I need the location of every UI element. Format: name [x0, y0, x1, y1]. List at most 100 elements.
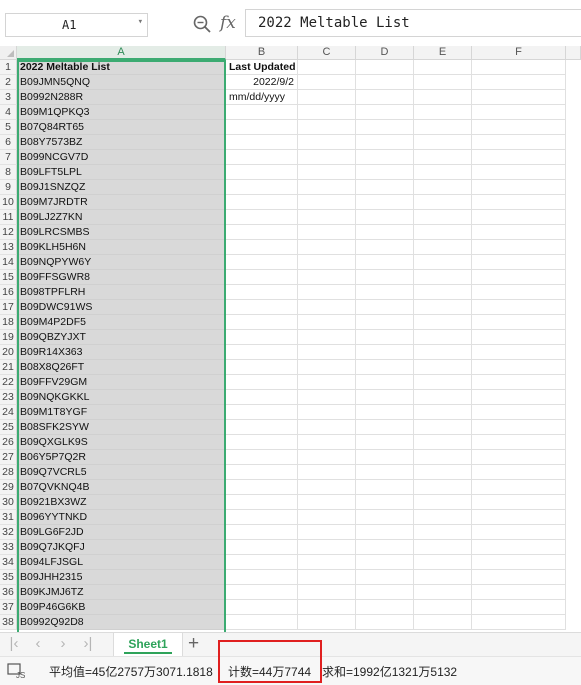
cell-f[interactable] — [472, 195, 566, 210]
cell-f[interactable] — [472, 345, 566, 360]
cell-f[interactable] — [472, 360, 566, 375]
row-header[interactable]: 37 — [0, 600, 17, 615]
cell-b[interactable] — [226, 120, 298, 135]
cell-a[interactable]: B08SFK2SYW — [17, 420, 226, 435]
cell-a[interactable]: 2022 Meltable List — [17, 60, 226, 75]
cell-c[interactable] — [298, 165, 356, 180]
cell-c[interactable] — [298, 60, 356, 75]
cell-e[interactable] — [414, 615, 472, 630]
cell-a[interactable]: B09LFT5LPL — [17, 165, 226, 180]
cell-e[interactable] — [414, 270, 472, 285]
cell-f[interactable] — [472, 465, 566, 480]
cell-a[interactable]: B09JHH2315 — [17, 570, 226, 585]
cell-d[interactable] — [356, 75, 414, 90]
cell-a[interactable]: B09DWC91WS — [17, 300, 226, 315]
row-header[interactable]: 29 — [0, 480, 17, 495]
cell-b[interactable] — [226, 615, 298, 630]
cell-e[interactable] — [414, 180, 472, 195]
cell-c[interactable] — [298, 375, 356, 390]
row-header[interactable]: 25 — [0, 420, 17, 435]
row-header[interactable]: 10 — [0, 195, 17, 210]
cell-d[interactable] — [356, 105, 414, 120]
cell-c[interactable] — [298, 570, 356, 585]
column-header-c[interactable]: C — [298, 46, 356, 60]
cell-e[interactable] — [414, 360, 472, 375]
row-header[interactable]: 17 — [0, 300, 17, 315]
cell-e[interactable] — [414, 135, 472, 150]
cell-d[interactable] — [356, 60, 414, 75]
cell-c[interactable] — [298, 435, 356, 450]
cell-e[interactable] — [414, 195, 472, 210]
row-header[interactable]: 9 — [0, 180, 17, 195]
cell-b[interactable] — [226, 180, 298, 195]
cell-b[interactable] — [226, 420, 298, 435]
cell-c[interactable] — [298, 270, 356, 285]
cell-f[interactable] — [472, 150, 566, 165]
cell-d[interactable] — [356, 435, 414, 450]
cell-d[interactable] — [356, 360, 414, 375]
cell-e[interactable] — [414, 150, 472, 165]
cell-b[interactable] — [226, 585, 298, 600]
next-sheet-icon[interactable]: › — [55, 636, 71, 652]
cell-c[interactable] — [298, 285, 356, 300]
cell-e[interactable] — [414, 240, 472, 255]
cell-e[interactable] — [414, 330, 472, 345]
tab-sheet1[interactable]: Sheet1 — [113, 633, 183, 656]
cell-a[interactable]: B09KJMJ6TZ — [17, 585, 226, 600]
row-header[interactable]: 21 — [0, 360, 17, 375]
cell-a[interactable]: B09M1T8YGF — [17, 405, 226, 420]
cell-c[interactable] — [298, 555, 356, 570]
cell-e[interactable] — [414, 495, 472, 510]
cell-b[interactable] — [226, 405, 298, 420]
cell-f[interactable] — [472, 210, 566, 225]
cell-e[interactable] — [414, 510, 472, 525]
cell-d[interactable] — [356, 375, 414, 390]
cell-a[interactable]: B0992Q92D8 — [17, 615, 226, 630]
row-header[interactable]: 35 — [0, 570, 17, 585]
cell-c[interactable] — [298, 585, 356, 600]
cell-f[interactable] — [472, 375, 566, 390]
cell-a[interactable]: B09FFV29GM — [17, 375, 226, 390]
cell-c[interactable] — [298, 105, 356, 120]
cell-d[interactable] — [356, 270, 414, 285]
cell-b[interactable] — [226, 495, 298, 510]
cell-b[interactable] — [226, 315, 298, 330]
cell-e[interactable] — [414, 555, 472, 570]
cell-e[interactable] — [414, 300, 472, 315]
row-header[interactable]: 2 — [0, 75, 17, 90]
cell-d[interactable] — [356, 585, 414, 600]
cell-e[interactable] — [414, 345, 472, 360]
cell-f[interactable] — [472, 435, 566, 450]
cell-e[interactable] — [414, 390, 472, 405]
cell-b[interactable] — [226, 570, 298, 585]
cell-a[interactable]: B09Q7VCRL5 — [17, 465, 226, 480]
row-header[interactable]: 24 — [0, 405, 17, 420]
row-header[interactable]: 4 — [0, 105, 17, 120]
cell-f[interactable] — [472, 525, 566, 540]
cell-d[interactable] — [356, 555, 414, 570]
cell-e[interactable] — [414, 540, 472, 555]
macro-record-icon[interactable]: JS — [7, 663, 25, 679]
cell-c[interactable] — [298, 75, 356, 90]
cell-f[interactable] — [472, 180, 566, 195]
cell-d[interactable] — [356, 255, 414, 270]
cell-c[interactable] — [298, 615, 356, 630]
cell-d[interactable] — [356, 120, 414, 135]
cell-f[interactable] — [472, 450, 566, 465]
cell-d[interactable] — [356, 525, 414, 540]
cell-d[interactable] — [356, 225, 414, 240]
row-header[interactable]: 38 — [0, 615, 17, 630]
cell-e[interactable] — [414, 435, 472, 450]
cell-a[interactable]: B0992N288R — [17, 90, 226, 105]
cell-f[interactable] — [472, 165, 566, 180]
row-header[interactable]: 22 — [0, 375, 17, 390]
cell-d[interactable] — [356, 600, 414, 615]
spreadsheet-grid[interactable]: ABCDEF 1 2022 Meltable List Last Updated 2 B… — [0, 46, 581, 632]
cell-f[interactable] — [472, 75, 566, 90]
cell-a[interactable]: B08X8Q26FT — [17, 360, 226, 375]
cell-f[interactable] — [472, 105, 566, 120]
cell-c[interactable] — [298, 510, 356, 525]
row-header[interactable]: 34 — [0, 555, 17, 570]
cell-d[interactable] — [356, 240, 414, 255]
cell-d[interactable] — [356, 285, 414, 300]
